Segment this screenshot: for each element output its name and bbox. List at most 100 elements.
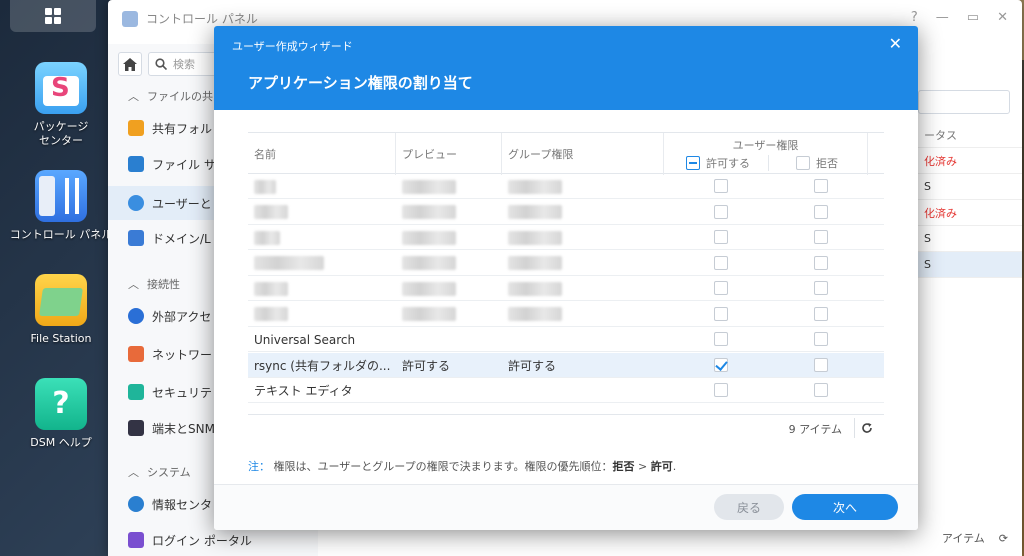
cell-name: rsync (共有フォルダの...: [254, 358, 391, 373]
home-button[interactable]: [118, 52, 142, 76]
cell-group-permission: [502, 327, 664, 352]
nav-group-system[interactable]: ︿ システム: [128, 464, 191, 480]
redacted-text: [402, 230, 456, 245]
cell-preview: [396, 225, 502, 250]
column-header-group-permission[interactable]: グループ権限: [502, 133, 664, 175]
allow-checkbox[interactable]: [714, 281, 728, 295]
minimize-icon[interactable]: —: [936, 10, 949, 25]
shield-icon: [128, 384, 144, 400]
cell-preview: [396, 251, 502, 276]
sidebar-item-label: 外部アクセ: [152, 309, 212, 324]
allow-checkbox[interactable]: [714, 332, 728, 346]
deny-checkbox[interactable]: [814, 255, 828, 270]
cell-preview: [396, 200, 502, 225]
search-placeholder: 検索: [173, 58, 195, 71]
close-icon[interactable]: ✕: [997, 10, 1008, 25]
table-row[interactable]: [248, 225, 884, 250]
desktop-icon-control-panel[interactable]: コントロール パネル: [6, 170, 116, 242]
cell-group-permission: [502, 378, 664, 403]
nav-group-label: 接続性: [147, 278, 180, 291]
column-header-preview[interactable]: プレビュー: [396, 133, 502, 175]
allow-checkbox[interactable]: [714, 179, 728, 193]
back-button[interactable]: 戻る: [714, 494, 784, 520]
status-cell: 化済み: [918, 148, 1022, 174]
column-header-name[interactable]: 名前: [248, 133, 396, 175]
refresh-icon: [861, 423, 872, 433]
status-cell: S: [918, 174, 1022, 200]
desktop-icon-dsm-help[interactable]: ? DSM ヘルプ: [6, 378, 116, 450]
redacted-text: [402, 179, 456, 194]
chevron-up-icon: ︿: [128, 90, 139, 103]
sidebar-item-login-portal[interactable]: ログイン ポータル: [108, 526, 318, 554]
redacted-text: [254, 281, 288, 296]
allow-checkbox[interactable]: [714, 255, 728, 270]
dialog-footer: 戻る 次へ: [214, 484, 918, 530]
home-icon: [123, 57, 137, 71]
deny-checkbox[interactable]: [814, 179, 828, 193]
help-icon: ?: [35, 378, 87, 430]
terminal-icon: [128, 420, 144, 436]
deny-checkbox[interactable]: [814, 230, 828, 244]
deny-all-checkbox[interactable]: [796, 156, 810, 170]
cell-group-permission: [502, 200, 664, 225]
main-menu-button[interactable]: [10, 0, 96, 32]
allow-checkbox[interactable]: [714, 306, 728, 321]
redacted-text: [254, 230, 280, 245]
redacted-text: [508, 205, 562, 219]
cell-preview: [396, 327, 502, 352]
dialog-title: ユーザー作成ウィザード: [232, 40, 353, 53]
table-row[interactable]: テキスト エディタ: [248, 378, 884, 403]
redacted-text: [508, 179, 562, 194]
allow-checkbox[interactable]: [714, 230, 728, 244]
deny-checkbox[interactable]: [814, 281, 828, 295]
deny-all-toggle[interactable]: 拒否: [796, 155, 838, 171]
column-divider: [768, 155, 769, 171]
table-row[interactable]: [248, 251, 884, 276]
table-row[interactable]: [248, 200, 884, 225]
allow-label: 許可する: [706, 157, 750, 170]
allow-checkbox[interactable]: [714, 383, 728, 397]
cell-name: テキスト エディタ: [254, 384, 353, 398]
filter-input[interactable]: [918, 90, 1010, 114]
status-cell: S: [918, 226, 1022, 252]
allow-all-checkbox[interactable]: [686, 156, 700, 170]
refresh-button[interactable]: [854, 418, 878, 438]
desktop-icon-package-center[interactable]: パッケージ センター: [6, 62, 116, 148]
maximize-icon[interactable]: ▭: [967, 10, 979, 25]
redacted-text: [402, 307, 456, 321]
cell-preview: [396, 276, 502, 301]
help-icon[interactable]: ?: [911, 10, 918, 25]
table-row[interactable]: [248, 174, 884, 199]
desktop-icon-label: File Station: [30, 332, 92, 345]
deny-checkbox[interactable]: [814, 383, 828, 397]
nav-group-file-sharing[interactable]: ︿ ファイルの共: [128, 88, 213, 104]
deny-checkbox[interactable]: [814, 306, 828, 321]
table-row[interactable]: [248, 302, 884, 327]
note-deny: 拒否: [612, 460, 635, 473]
allow-all-toggle[interactable]: 許可する: [686, 155, 750, 171]
table-row[interactable]: Universal Search: [248, 327, 884, 352]
allow-checkbox[interactable]: [714, 204, 728, 219]
cell-group-permission: [502, 251, 664, 276]
redacted-text: [254, 179, 276, 194]
main-menu-icon: [45, 8, 61, 24]
note-prefix: 注：: [248, 460, 270, 473]
table-header: 名前 プレビュー グループ権限 ユーザー権限 許可する 拒否: [248, 132, 884, 175]
deny-checkbox[interactable]: [814, 357, 828, 372]
table-row[interactable]: rsync (共有フォルダの... 許可する 許可する: [248, 352, 884, 378]
cell-group-permission: 許可する: [508, 358, 557, 373]
refresh-icon[interactable]: ⟳: [999, 532, 1008, 545]
deny-checkbox[interactable]: [814, 332, 828, 346]
next-button[interactable]: 次へ: [792, 494, 898, 520]
allow-checkbox[interactable]: [714, 357, 728, 372]
nav-group-label: ファイルの共: [147, 90, 213, 103]
redacted-text: [402, 205, 456, 219]
desktop-icon-file-station[interactable]: File Station: [6, 274, 116, 346]
table-row[interactable]: [248, 276, 884, 301]
user-creation-wizard-dialog: ユーザー作成ウィザード アプリケーション権限の割り当て ✕ 名前 プレビュー グ…: [214, 26, 918, 530]
deny-checkbox[interactable]: [814, 204, 828, 219]
user-permission-title: ユーザー権限: [732, 139, 799, 152]
close-icon[interactable]: ✕: [889, 34, 902, 53]
nav-group-connectivity[interactable]: ︿ 接続性: [128, 276, 180, 292]
sidebar-item-label: セキュリテ: [152, 385, 213, 400]
